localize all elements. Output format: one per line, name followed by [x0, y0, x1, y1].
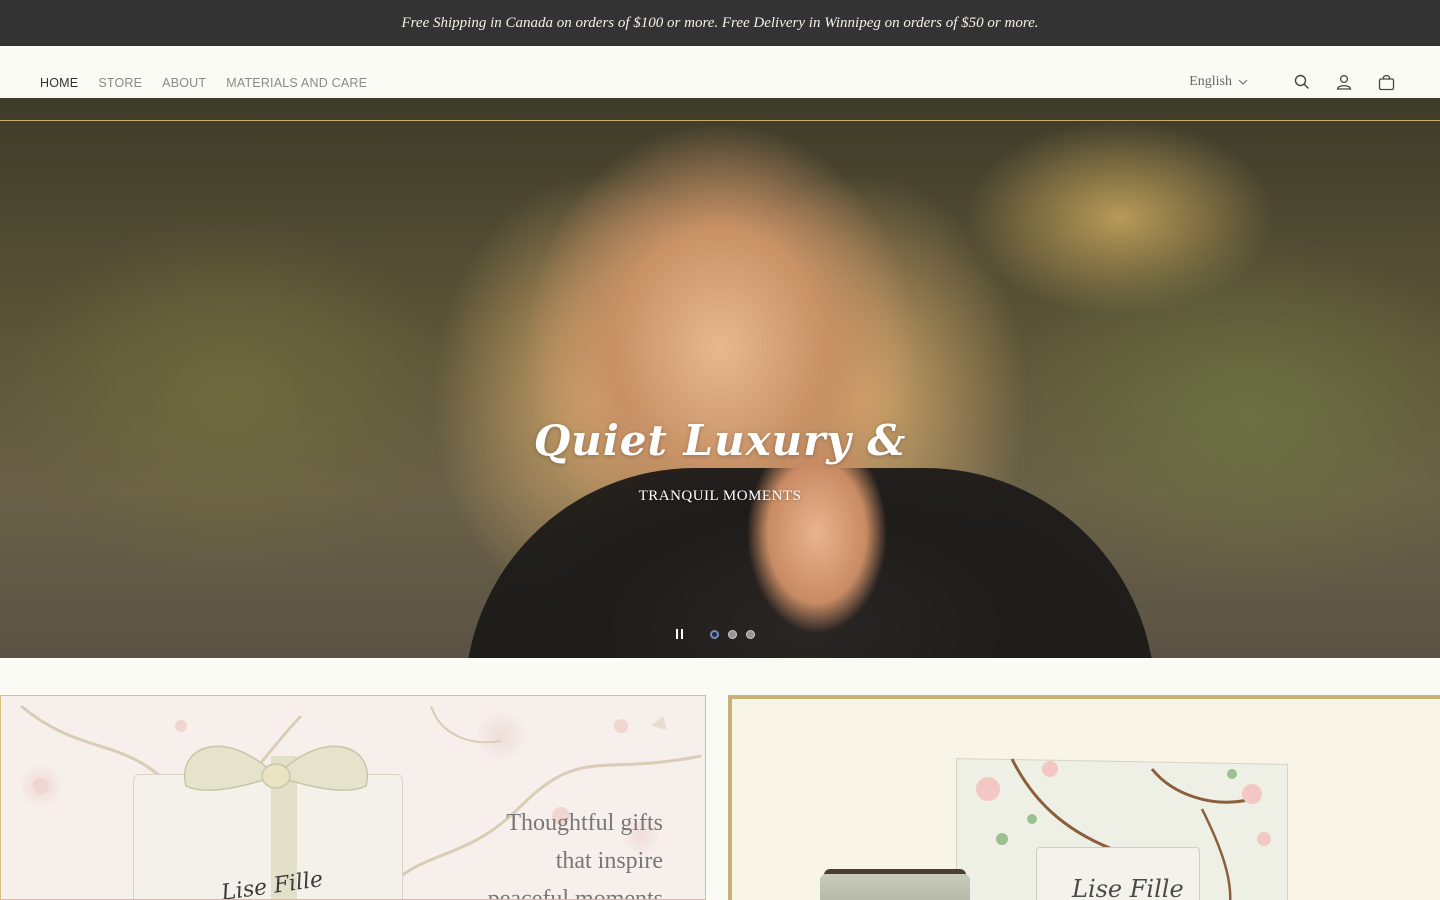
gift-promo-card[interactable]: Lise Fille Thoughtful gifts that inspire…	[0, 695, 706, 900]
cart-button[interactable]	[1376, 72, 1396, 92]
language-selector[interactable]: English	[1189, 74, 1248, 90]
gift-promo-text: Thoughtful gifts that inspire peaceful m…	[487, 804, 663, 900]
candle-promo-card[interactable]: Lise Fille	[728, 695, 1440, 900]
slide-dot-1[interactable]	[710, 629, 719, 639]
hero-slideshow: Quiet Luxury & TRANQUIL MOMENTS	[0, 98, 1440, 658]
language-label: English	[1189, 74, 1232, 89]
pause-icon	[675, 629, 678, 639]
gift-promo-line-3: peaceful moments	[487, 886, 663, 900]
gift-bow-image	[183, 745, 369, 791]
main-nav: HOME STORE ABOUT MATERIALS AND CARE	[40, 76, 367, 90]
search-button[interactable]	[1292, 72, 1312, 92]
announcement-text: Free Shipping in Canada on orders of $10…	[401, 14, 1039, 31]
nav-item-materials-and-care[interactable]: MATERIALS AND CARE	[226, 76, 367, 90]
slide-dot-3[interactable]	[746, 629, 755, 639]
chevron-down-icon	[1238, 79, 1248, 85]
cart-icon	[1378, 74, 1394, 90]
site-header: HOME STORE ABOUT MATERIALS AND CARE Engl…	[0, 46, 1440, 98]
candle-box-brand-label: Lise Fille	[1072, 875, 1184, 900]
nav-item-about[interactable]: ABOUT	[162, 76, 206, 90]
nav-item-home[interactable]: HOME	[40, 76, 78, 90]
hero-divider-line	[0, 120, 1440, 121]
hero-subtitle: TRANQUIL MOMENTS	[638, 488, 802, 504]
pause-button[interactable]	[672, 626, 686, 642]
nav-item-store[interactable]: STORE	[98, 76, 142, 90]
slider-controls	[672, 626, 755, 642]
account-icon	[1336, 74, 1352, 90]
candle-image	[820, 874, 970, 900]
gift-promo-line-2: that inspire	[555, 848, 663, 874]
header-actions: English	[1189, 72, 1396, 92]
gift-promo-line-1: Thoughtful gifts	[506, 810, 663, 836]
account-button[interactable]	[1334, 72, 1354, 92]
slide-dot-2[interactable]	[728, 629, 737, 639]
slide-dots	[710, 629, 755, 639]
hero-title: Quiet Luxury &	[533, 416, 907, 465]
search-icon	[1294, 74, 1309, 89]
announcement-bar: Free Shipping in Canada on orders of $10…	[0, 0, 1440, 46]
